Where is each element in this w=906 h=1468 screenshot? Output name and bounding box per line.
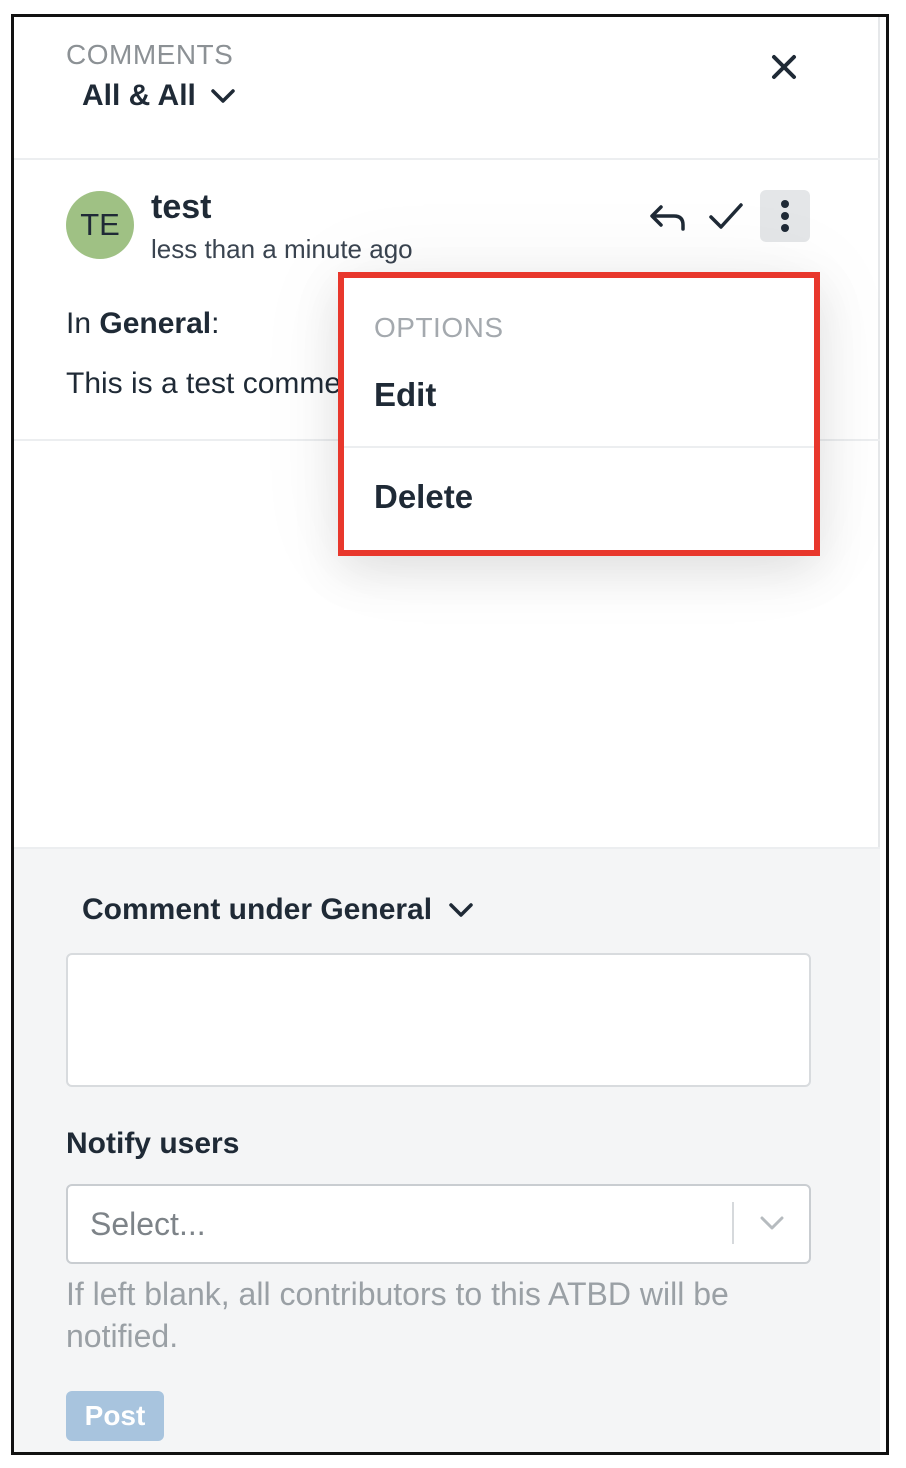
delete-menu-item[interactable]: Delete [374,478,784,516]
comments-panel: COMMENTS All & All TE test less than a m… [14,17,880,1452]
comment-section: In General: [66,307,219,341]
section-prefix: In [66,307,100,340]
edit-menu-item[interactable]: Edit [374,376,784,414]
select-placeholder: Select... [90,1206,206,1242]
header-divider [14,158,880,160]
avatar-initials: TE [80,207,120,242]
comments-filter-dropdown[interactable]: All & All [82,79,236,113]
comments-title: COMMENTS [66,39,234,70]
section-name: General [99,307,212,340]
more-vertical-icon [781,200,789,232]
chevron-down-icon [449,903,473,917]
options-menu: OPTIONS Edit Delete [338,272,820,556]
comment-under-label: Comment under General [82,893,433,926]
menu-divider [344,446,814,448]
chevron-down-icon [211,89,235,103]
post-button[interactable]: Post [66,1391,164,1441]
chevron-down-icon [760,1216,784,1230]
comment-body: This is a test comment [66,367,367,400]
comment-author: test [151,188,212,226]
resolve-button[interactable] [706,199,746,235]
options-heading: OPTIONS [374,312,504,343]
screenshot-frame: COMMENTS All & All TE test less than a m… [11,14,889,1455]
section-suffix: : [211,307,220,340]
comment-timestamp: less than a minute ago [151,234,413,264]
check-icon [709,203,743,229]
more-options-button[interactable] [760,190,810,242]
reply-icon [650,205,685,231]
comment-section-dropdown[interactable]: Comment under General [82,893,474,927]
close-button[interactable] [766,49,802,85]
select-divider [732,1202,734,1244]
filter-label: All & All [82,79,196,112]
notify-helper-text: If left blank, all contributors to this … [66,1276,729,1354]
comment-composer: Comment under General Notify users Selec… [14,847,880,1452]
notify-users-label: Notify users [66,1127,240,1160]
notify-users-select[interactable]: Select... [66,1184,811,1264]
avatar: TE [66,191,134,259]
comment-textarea[interactable] [66,953,811,1087]
reply-button[interactable] [648,199,688,235]
close-icon [772,55,796,79]
